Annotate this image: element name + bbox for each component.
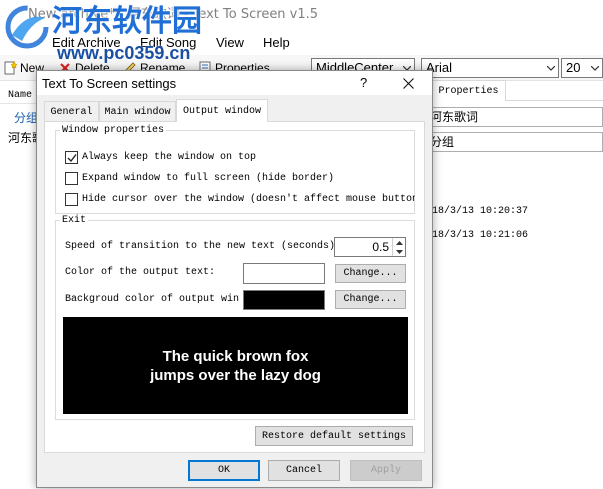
output-preview: The quick brown fox jumps over the lazy …: [63, 317, 408, 414]
song-list-column-name[interactable]: Name: [8, 89, 32, 102]
preview-line-1: The quick brown fox: [162, 347, 309, 365]
song-name-field[interactable]: 河东歌词: [425, 107, 603, 127]
full-screen-checkbox[interactable]: [65, 172, 78, 185]
settings-dialog: Text To Screen settings ? General Main w…: [36, 70, 433, 488]
apply-button[interactable]: Apply: [350, 460, 422, 481]
dialog-title: Text To Screen settings: [42, 76, 177, 91]
tab-output-window[interactable]: Output window: [176, 99, 268, 122]
tab-output-window-label: Output window: [182, 106, 261, 117]
transition-speed-value[interactable]: 0.5: [335, 238, 391, 256]
window-properties-legend: Window properties: [60, 124, 167, 137]
tab-properties[interactable]: Properties: [431, 80, 506, 101]
song-list-header[interactable]: Name: [0, 86, 40, 104]
song-group-field[interactable]: 分组: [425, 132, 603, 152]
new-icon: [4, 61, 17, 75]
output-window-tab-page: Window properties Always keep the window…: [44, 121, 425, 453]
cancel-button-label: Cancel: [285, 465, 322, 476]
main-title-bar[interactable]: New archive* - 河东歌词 - Text To Screen v1.…: [0, 0, 603, 30]
hide-cursor-option[interactable]: Hide cursor over the window (doesn't aff…: [65, 193, 415, 207]
created-timestamp: 18/3/13 10:20:37: [432, 206, 529, 217]
ok-button[interactable]: OK: [188, 460, 260, 481]
help-button[interactable]: ?: [360, 75, 367, 90]
tab-general-label: General: [50, 107, 93, 118]
preview-line-2: jumps over the lazy dog: [150, 366, 321, 384]
cancel-button[interactable]: Cancel: [268, 460, 340, 481]
font-size-select-value: 20: [566, 60, 581, 75]
hide-cursor-checkbox[interactable]: [65, 193, 78, 206]
menu-help[interactable]: Help: [263, 35, 290, 50]
background-color-change-label: Change...: [343, 294, 398, 305]
font-select[interactable]: Arial: [421, 58, 559, 78]
tab-properties-label: Properties: [438, 86, 499, 97]
tab-main-window-label: Main window: [104, 107, 171, 118]
chevron-down-icon[interactable]: [544, 59, 558, 77]
spin-down-icon[interactable]: [393, 247, 405, 256]
text-color-change-button[interactable]: Change...: [335, 264, 406, 283]
menu-edit-archive[interactable]: Edit Archive: [52, 35, 121, 50]
text-color-label: Color of the output text:: [65, 267, 216, 278]
spin-buttons: [392, 238, 405, 256]
background-color-change-button[interactable]: Change...: [335, 290, 406, 309]
restore-defaults-label: Restore default settings: [261, 430, 407, 442]
restore-defaults-button[interactable]: Restore default settings: [255, 426, 413, 446]
transition-speed-stepper[interactable]: 0.5: [334, 237, 406, 257]
exit-legend: Exit: [60, 214, 89, 227]
spin-up-icon[interactable]: [393, 238, 405, 247]
tab-general[interactable]: General: [44, 101, 99, 122]
menu-view[interactable]: View: [216, 35, 244, 50]
always-on-top-option[interactable]: Always keep the window on top: [65, 151, 410, 165]
close-icon[interactable]: [403, 78, 414, 89]
ok-button-label: OK: [217, 465, 230, 476]
apply-button-label: Apply: [370, 465, 401, 476]
exit-group: Exit Speed of transition to the new text…: [55, 214, 415, 420]
chevron-down-icon[interactable]: [588, 59, 602, 77]
always-on-top-checkbox[interactable]: [65, 151, 78, 164]
tab-main-window[interactable]: Main window: [99, 101, 176, 122]
dialog-title-bar[interactable]: Text To Screen settings ?: [37, 71, 432, 95]
menu-edit-song[interactable]: Edit Song: [140, 35, 196, 50]
full-screen-label: Expand window to full screen (hide borde…: [82, 173, 335, 184]
background-color-label: Backgroud color of output win: [65, 294, 240, 305]
background-color-swatch: [243, 290, 325, 310]
checkmark-icon: [67, 154, 77, 163]
modified-timestamp: 18/3/13 10:21:06: [432, 230, 529, 241]
song-group-value: 分组: [430, 135, 455, 149]
song-name-value: 河东歌词: [430, 110, 479, 124]
font-size-select[interactable]: 20: [561, 58, 603, 78]
list-item[interactable]: 分组: [14, 111, 38, 125]
full-screen-option[interactable]: Expand window to full screen (hide borde…: [65, 172, 410, 186]
text-color-change-label: Change...: [343, 268, 398, 279]
always-on-top-label: Always keep the window on top: [82, 152, 257, 163]
text-color-swatch: [243, 263, 325, 284]
menu-bar: Edit Archive Edit Song View Help: [0, 30, 603, 55]
window-properties-group: Window properties Always keep the window…: [55, 124, 415, 214]
main-window-title: New archive* - 河东歌词 - Text To Screen v1.…: [28, 7, 319, 22]
transition-speed-label: Speed of transition to the new text (sec…: [65, 241, 336, 252]
hide-cursor-label: Hide cursor over the window (doesn't aff…: [82, 194, 415, 205]
